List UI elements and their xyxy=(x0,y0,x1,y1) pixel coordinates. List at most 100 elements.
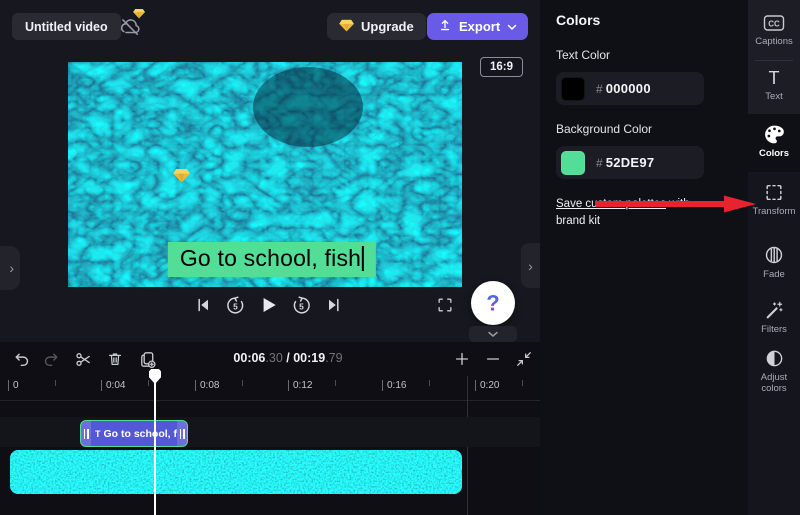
timeline-ruler[interactable]: 0 0:04 0:08 0:12 0:16 0:20 xyxy=(0,376,540,401)
ruler-label: 0:08 xyxy=(200,380,219,391)
svg-text:T: T xyxy=(769,68,780,88)
sidebar-item-filters[interactable]: Filters xyxy=(748,300,800,336)
sidebar-item-fade[interactable]: Fade xyxy=(748,244,800,281)
background-color-label: Background Color xyxy=(556,122,748,136)
panel-title: Colors xyxy=(556,12,748,28)
hash-sign: # xyxy=(596,82,603,96)
text-icon: T xyxy=(763,68,785,88)
save-custom-palettes-link[interactable]: Save custom palettes xyxy=(556,198,666,210)
palette-icon xyxy=(763,124,786,145)
ruler-tick xyxy=(288,380,289,391)
timecode-separator: / xyxy=(283,351,293,365)
text-color-swatch xyxy=(561,77,585,101)
play-button[interactable] xyxy=(255,292,281,318)
svg-text:CC: CC xyxy=(768,20,780,29)
ruler-label: 0:12 xyxy=(293,380,312,391)
help-button[interactable]: ? xyxy=(471,281,515,325)
text-color-label: Text Color xyxy=(556,48,748,62)
fade-icon xyxy=(763,244,785,266)
brand-kit-text: Save custom palettes with brand kit xyxy=(556,196,716,229)
forward-5s-button[interactable]: 5 xyxy=(288,292,314,318)
upload-icon xyxy=(438,18,452,35)
text-color-picker[interactable]: # 000000 xyxy=(556,72,704,105)
sidebar-item-transform[interactable]: Transform xyxy=(748,182,800,218)
timeline: 00:06.30 / 00:19.79 0 0:04 0:08 0:12 0:1… xyxy=(0,342,540,515)
caption-overlay[interactable]: Go to school, fish xyxy=(168,242,376,277)
skip-to-start-button[interactable] xyxy=(190,292,216,318)
brand-kit-gem-icon xyxy=(173,168,190,183)
chevron-right-icon: › xyxy=(528,258,533,274)
export-button[interactable]: Export xyxy=(427,13,528,40)
split-scissors-button[interactable] xyxy=(70,346,96,372)
skip-to-end-button[interactable] xyxy=(321,292,347,318)
ruler-minor-tick xyxy=(522,380,523,386)
clip-trim-handle-left[interactable] xyxy=(81,421,91,446)
background-color-value: 52DE97 xyxy=(606,155,655,170)
ruler-tick xyxy=(8,380,9,391)
ruler-minor-tick xyxy=(55,380,56,386)
chevron-down-icon xyxy=(507,19,517,34)
expand-left-panel-button[interactable]: › xyxy=(0,246,20,290)
video-editor-app: Untitled video Upgrade Export xyxy=(0,0,800,515)
text-clip[interactable]: T Go to school, fish xyxy=(80,420,188,447)
total-time: 00:19 xyxy=(293,351,325,365)
caption-text: Go to school, fish xyxy=(180,245,361,272)
export-label: Export xyxy=(459,19,500,34)
zoom-to-fit-button[interactable] xyxy=(511,346,537,372)
timecode-display: 00:06.30 / 00:19.79 xyxy=(233,351,342,365)
sidebar-item-captions[interactable]: CC Captions xyxy=(748,13,800,48)
sidebar-item-adjust-colors[interactable]: Adjust colors xyxy=(748,348,800,395)
help-label: ? xyxy=(486,291,499,316)
colors-panel: Colors Text Color # 000000 Background Co… xyxy=(540,0,748,515)
project-title-button[interactable]: Untitled video xyxy=(12,13,121,40)
ruler-minor-tick xyxy=(429,380,430,386)
redo-button[interactable] xyxy=(38,346,64,372)
delete-button[interactable] xyxy=(102,346,128,372)
hash-sign: # xyxy=(596,156,603,170)
playhead-line xyxy=(154,381,156,515)
collapse-right-panel-button[interactable]: › xyxy=(521,243,540,288)
magic-wand-icon xyxy=(763,300,785,321)
zoom-in-button[interactable] xyxy=(449,346,475,372)
ruler-tick xyxy=(475,380,476,391)
ruler-tick xyxy=(195,380,196,391)
background-color-swatch xyxy=(561,151,585,175)
transform-icon xyxy=(763,182,785,203)
svg-text:5: 5 xyxy=(299,301,304,311)
text-cursor xyxy=(362,246,364,271)
ruler-minor-tick xyxy=(335,380,336,386)
total-time-frac: .79 xyxy=(325,351,342,365)
ruler-tick xyxy=(382,380,383,391)
text-clip-label: Go to school, fish xyxy=(104,428,178,440)
video-preview[interactable]: Go to school, fish xyxy=(68,62,462,287)
svg-text:5: 5 xyxy=(233,301,238,311)
captions-icon: CC xyxy=(762,13,786,33)
zoom-out-button[interactable] xyxy=(480,346,506,372)
ruler-minor-tick xyxy=(242,380,243,386)
video-clip-thumbnail xyxy=(10,450,462,494)
sidebar-item-text[interactable]: T Text xyxy=(748,68,800,103)
ruler-tick xyxy=(101,380,102,391)
video-clip[interactable] xyxy=(10,450,462,494)
ruler-label: 0:04 xyxy=(106,380,125,391)
sidebar-item-colors[interactable]: Colors xyxy=(748,124,800,160)
collapse-preview-tab[interactable] xyxy=(469,326,517,342)
duplicate-button[interactable] xyxy=(134,346,160,372)
fullscreen-button[interactable] xyxy=(432,292,458,318)
current-time-frac: .30 xyxy=(265,351,282,365)
timeline-toolbar: 00:06.30 / 00:19.79 xyxy=(0,342,540,376)
aspect-ratio-badge[interactable]: 16:9 xyxy=(480,57,523,77)
current-time: 00:06 xyxy=(233,351,265,365)
rewind-5s-button[interactable]: 5 xyxy=(222,292,248,318)
adjust-colors-icon xyxy=(764,348,785,369)
background-color-picker[interactable]: # 52DE97 xyxy=(556,146,704,179)
premium-gem-icon xyxy=(133,6,145,17)
text-clip-type-icon: T xyxy=(95,429,101,439)
clip-trim-handle-right[interactable] xyxy=(177,421,187,446)
upgrade-label: Upgrade xyxy=(361,19,414,34)
sidebar-divider xyxy=(755,60,793,61)
upgrade-button[interactable]: Upgrade xyxy=(327,13,426,40)
ruler-label: 0:16 xyxy=(387,380,406,391)
undo-button[interactable] xyxy=(8,346,34,372)
ruler-minor-tick xyxy=(148,380,149,386)
